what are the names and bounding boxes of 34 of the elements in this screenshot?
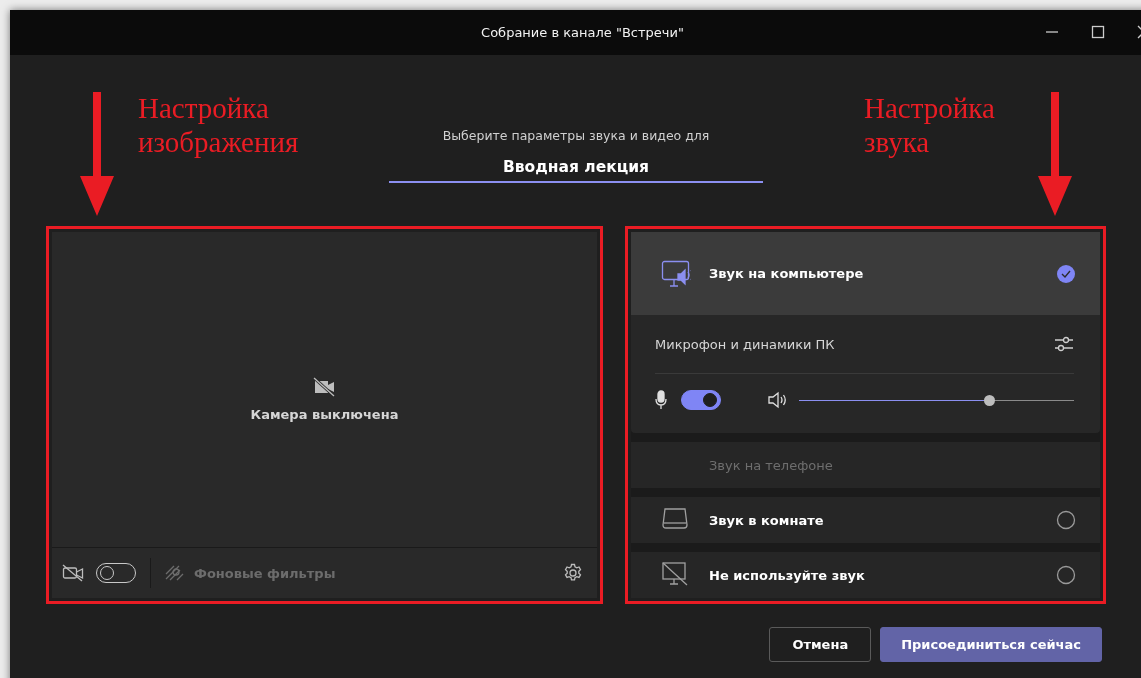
slider-thumb[interactable] [983,394,995,406]
radio-button[interactable] [1056,565,1076,585]
option-label: Звук на компьютере [709,266,864,281]
speaker-icon [767,391,787,409]
computer-speaker-icon [661,259,691,288]
camera-status-text: Камера выключена [250,407,399,422]
maximize-icon[interactable] [1091,25,1105,39]
camera-off-icon[interactable] [62,564,84,582]
check-icon[interactable] [1056,263,1076,284]
join-button[interactable]: Присоединиться сейчас [880,627,1102,662]
cancel-button[interactable]: Отмена [769,627,872,662]
audio-option[interactable]: Не используйте звук [631,552,1100,598]
option-label: Не используйте звук [709,567,865,583]
option-label: Звук на телефоне [709,457,833,473]
microphone-icon [655,390,667,410]
sliders-icon[interactable] [1054,335,1074,353]
volume-slider[interactable] [799,394,1074,406]
option-label: Звук в комнате [709,512,824,528]
window-title: Собрание в канале "Встречи" [481,25,684,40]
prompt-text: Выберите параметры звука и видео для [441,128,711,143]
device-label: Микрофон и динамики ПК [655,336,835,352]
audio-option[interactable]: Звук в комнате [631,497,1100,543]
radio-button[interactable] [1056,510,1076,530]
microphone-toggle[interactable] [681,390,721,410]
settings-icon[interactable] [563,563,583,583]
annotation-text: Настройка изображения [138,91,299,159]
audio-option[interactable]: Звук на компьютере [631,232,1100,315]
annotation-text: Настройка звука [864,91,995,159]
arrow-icon [80,92,114,216]
meeting-name-field[interactable]: Вводная лекция [389,158,763,183]
arrow-icon [1038,92,1072,216]
background-filters-icon [165,565,185,581]
background-filters-label: Фоновые фильтры [194,565,336,581]
camera-off-icon [312,377,337,397]
